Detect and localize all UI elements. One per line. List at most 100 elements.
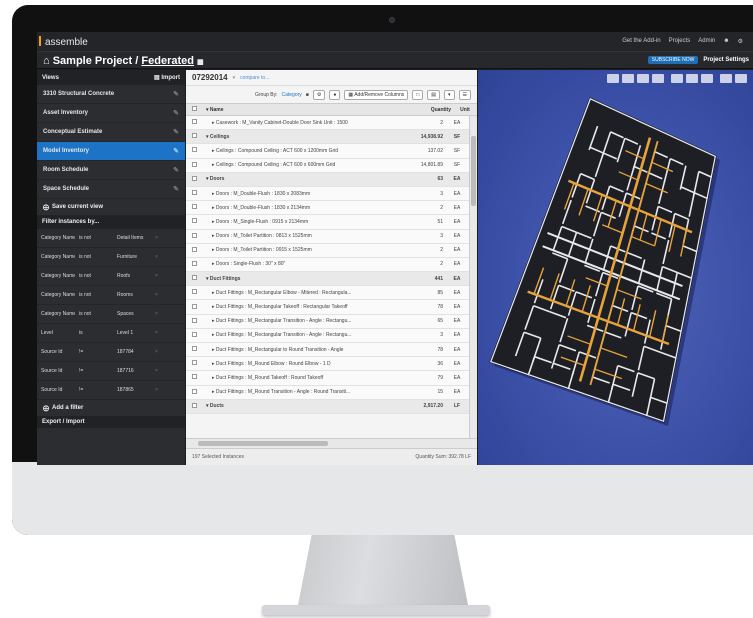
measure-icon[interactable]: [686, 74, 698, 83]
section-icon[interactable]: [671, 74, 683, 83]
print-button[interactable]: ▤: [427, 89, 440, 100]
nav-admin[interactable]: Admin: [698, 38, 715, 45]
table-row[interactable]: ▸ Duct Fittings : M_Rectangular Elbow - …: [186, 286, 469, 301]
table-row[interactable]: ▸ Doors : M_Double-Flush : 1830 x 2083mm…: [186, 186, 469, 202]
pan-icon[interactable]: [637, 74, 649, 83]
settings-button[interactable]: ⚙: [312, 89, 326, 100]
filter-value[interactable]: Roofs: [117, 273, 151, 279]
table-row[interactable]: ▸ Duct Fittings : M_Round Takeoff : Roun…: [186, 371, 469, 386]
filter-field[interactable]: Category Name: [41, 254, 75, 260]
table-row[interactable]: ▸ Doors : Single-Flush : 30" x 80" 2 EA: [186, 257, 469, 273]
filter-value[interactable]: Spaces: [117, 311, 151, 317]
gear-icon[interactable]: ⚙: [738, 38, 743, 45]
model-name[interactable]: Federated: [141, 55, 194, 67]
export-button[interactable]: □: [412, 89, 424, 100]
filter-operator[interactable]: !=: [79, 349, 113, 355]
row-checkbox[interactable]: [186, 161, 202, 169]
row-checkbox[interactable]: [186, 218, 202, 225]
settings-icon[interactable]: [735, 74, 747, 83]
edit-icon[interactable]: ✎: [173, 109, 179, 117]
sidebar-item-asset-inventory[interactable]: Asset Inventory ✎: [37, 104, 185, 123]
sidebar-item-structural-concrete[interactable]: 3310 Structural Concrete ✎: [37, 85, 185, 104]
remove-filter-icon[interactable]: ×: [155, 254, 163, 260]
remove-filter-icon[interactable]: ×: [155, 235, 163, 241]
filter-value[interactable]: 187865: [117, 387, 151, 393]
lock-icon[interactable]: ■: [306, 92, 309, 98]
remove-filter-icon[interactable]: ×: [155, 349, 163, 355]
column-header-unit[interactable]: Unit: [453, 107, 477, 113]
table-row[interactable]: ▸ Duct Fittings : M_Round Elbow : Round …: [186, 357, 469, 372]
nav-get-addin[interactable]: Get the Add-in: [622, 38, 660, 45]
edit-icon[interactable]: ✎: [173, 166, 179, 174]
row-checkbox[interactable]: [186, 374, 202, 381]
more-button[interactable]: ▾: [444, 89, 455, 100]
model-dropdown-icon[interactable]: ▦: [197, 59, 204, 66]
table-group-row[interactable]: ▾ Duct Fittings 441 EA: [186, 272, 469, 287]
edit-icon[interactable]: ✎: [173, 128, 179, 136]
filter-value[interactable]: Furniture: [117, 254, 151, 260]
row-checkbox[interactable]: [186, 402, 202, 410]
table-group-row[interactable]: ▾ Ceilings 14,938.92 SF: [186, 130, 469, 145]
sidebar-item-conceptual-estimate[interactable]: Conceptual Estimate ✎: [37, 123, 185, 142]
add-remove-columns-button[interactable]: ▦ Add/Remove Columns: [344, 89, 409, 100]
filter-operator[interactable]: is not: [79, 235, 113, 241]
filter-field[interactable]: Level: [41, 330, 75, 336]
zoom-icon[interactable]: [622, 74, 634, 83]
import-button[interactable]: ▤ Import: [154, 74, 180, 81]
add-filter-button[interactable]: ⨁ Add a filter: [37, 400, 185, 416]
table-row[interactable]: ▸ Ceilings : Compound Ceiling : ACT 600 …: [186, 144, 469, 159]
column-header-name[interactable]: ▾ Name: [202, 107, 409, 113]
edit-icon[interactable]: ✎: [173, 90, 179, 98]
row-checkbox[interactable]: [186, 289, 202, 296]
filter-row[interactable]: Source Id != 187716 ×: [37, 362, 185, 381]
group-by-select[interactable]: Category: [282, 92, 302, 98]
filter-field[interactable]: Source Id: [41, 349, 75, 355]
sidebar-item-model-inventory[interactable]: Model Inventory ✎: [37, 142, 185, 161]
edit-icon[interactable]: ✎: [173, 147, 179, 155]
table-row[interactable]: ▸ Duct Fittings : M_Rectangular Transiti…: [186, 314, 469, 329]
table-row[interactable]: ▸ Doors : M_Toilet Partition : 0915 x 15…: [186, 243, 469, 258]
orbit-icon[interactable]: [652, 74, 664, 83]
layers-icon[interactable]: [701, 74, 713, 83]
row-checkbox[interactable]: [186, 246, 202, 254]
row-checkbox[interactable]: [186, 190, 202, 197]
subscribe-badge[interactable]: SUBSCRIBE NOW: [647, 56, 699, 64]
filter-operator[interactable]: is not: [79, 292, 113, 298]
filter-row[interactable]: Category Name is not Roofs ×: [37, 267, 185, 286]
table-row[interactable]: ▸ Duct Fittings : M_Rectangular Takeoff …: [186, 300, 469, 315]
row-checkbox[interactable]: [186, 119, 202, 126]
remove-filter-icon[interactable]: ×: [155, 311, 163, 317]
filter-operator[interactable]: !=: [79, 368, 113, 374]
filter-field[interactable]: Category Name: [41, 311, 75, 317]
project-settings-link[interactable]: Project Settings: [703, 57, 749, 63]
edit-icon[interactable]: ✎: [173, 185, 179, 193]
filter-field[interactable]: Source Id: [41, 387, 75, 393]
app-logo[interactable]: assemble: [45, 37, 88, 48]
row-checkbox[interactable]: [186, 147, 202, 154]
filter-operator[interactable]: !=: [79, 387, 113, 393]
remove-filter-icon[interactable]: ×: [155, 330, 163, 336]
remove-filter-icon[interactable]: ×: [155, 387, 163, 393]
sidebar-item-room-schedule[interactable]: Room Schedule ✎: [37, 161, 185, 180]
filter-row[interactable]: Source Id != 187784 ×: [37, 343, 185, 362]
user-icon[interactable]: ☻: [723, 38, 729, 45]
remove-filter-icon[interactable]: ×: [155, 368, 163, 374]
project-name[interactable]: Sample Project: [53, 55, 132, 67]
table-row[interactable]: ▸ Doors : M_Double-Flush : 1830 x 2134mm…: [186, 201, 469, 216]
vertical-scrollbar[interactable]: [469, 116, 477, 438]
row-checkbox[interactable]: [186, 175, 202, 183]
table-row[interactable]: ▸ Casework : M_Vanity Cabinet-Double Doo…: [186, 116, 469, 131]
row-checkbox[interactable]: [186, 133, 202, 140]
row-checkbox[interactable]: [186, 331, 202, 339]
remove-filter-icon[interactable]: ×: [155, 292, 163, 298]
scroll-thumb[interactable]: [471, 136, 476, 206]
row-checkbox[interactable]: [186, 360, 202, 367]
table-row[interactable]: ▸ Ceilings : Compound Ceiling : ACT 600 …: [186, 158, 469, 173]
filter-field[interactable]: Category Name: [41, 273, 75, 279]
home-icon[interactable]: ⌂: [43, 55, 50, 67]
table-row[interactable]: ▸ Doors : M_Toilet Partition : 0813 x 15…: [186, 229, 469, 244]
filter-row[interactable]: Category Name is not Rooms ×: [37, 286, 185, 305]
filter-operator[interactable]: is not: [79, 254, 113, 260]
row-checkbox[interactable]: [186, 232, 202, 240]
table-row[interactable]: ▸ Duct Fittings : M_Rectangular Transiti…: [186, 328, 469, 343]
